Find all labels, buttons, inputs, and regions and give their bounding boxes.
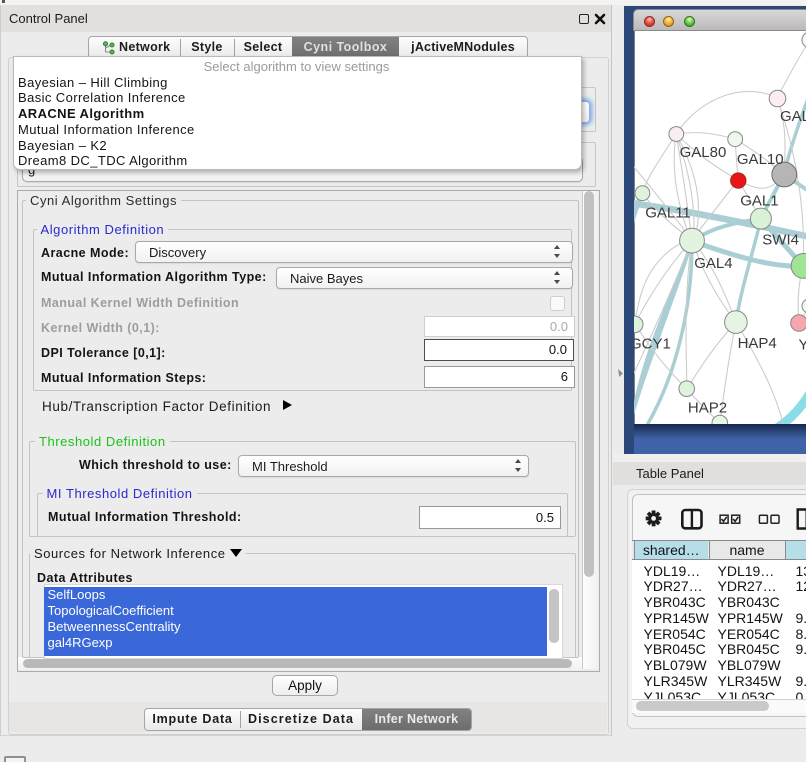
svg-text:SWI4: SWI4 xyxy=(762,231,799,248)
svg-text:GAL80: GAL80 xyxy=(680,144,727,161)
svg-text:GAL1: GAL1 xyxy=(740,193,778,210)
svg-text:GAL11: GAL11 xyxy=(645,204,691,221)
svg-text:HAP2: HAP2 xyxy=(688,400,727,417)
svg-text:GAL7: GAL7 xyxy=(780,108,806,125)
svg-text:Y: Y xyxy=(799,336,806,353)
svg-text:GCY1: GCY1 xyxy=(634,336,671,353)
svg-text:HAP4: HAP4 xyxy=(738,335,777,352)
svg-text:GAL10: GAL10 xyxy=(737,151,784,168)
svg-text:GAL4: GAL4 xyxy=(694,255,732,272)
